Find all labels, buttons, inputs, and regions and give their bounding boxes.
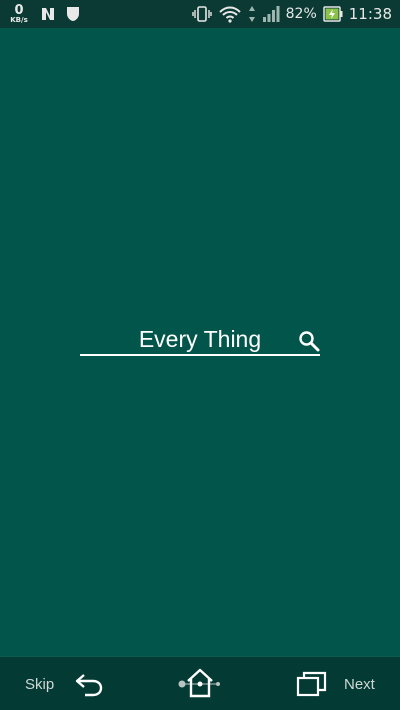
nfc-icon xyxy=(42,8,54,20)
recent-apps-icon[interactable] xyxy=(296,670,328,698)
battery-percent: 82% xyxy=(285,6,317,22)
clock: 11:38 xyxy=(348,5,392,23)
signal-icon xyxy=(262,6,280,22)
vibrate-icon xyxy=(191,6,212,22)
battery-charging-icon xyxy=(323,6,343,22)
shield-icon xyxy=(67,7,79,21)
skip-button[interactable]: Skip xyxy=(25,676,54,693)
search-text: Every Thing xyxy=(138,326,262,352)
search-field[interactable]: Every Thing xyxy=(80,322,320,356)
next-button[interactable]: Next xyxy=(344,676,375,693)
back-icon[interactable] xyxy=(74,671,104,697)
screen: 0 KB/s 82% 11:38 Every Thing Skip Next xyxy=(0,0,400,710)
data-transfer-icon xyxy=(248,6,255,22)
wifi-icon xyxy=(218,6,241,23)
status-bar-left: 0 KB/s xyxy=(8,4,80,24)
data-rate-unit: KB/s xyxy=(10,16,28,24)
data-rate-indicator: 0 KB/s xyxy=(8,4,30,24)
home-icon[interactable] xyxy=(176,667,224,699)
status-bar-right: 82% 11:38 xyxy=(191,5,392,23)
search-icon[interactable] xyxy=(298,330,320,352)
status-bar: 0 KB/s 82% 11:38 xyxy=(0,0,400,28)
nav-bar: Skip Next xyxy=(0,656,400,710)
